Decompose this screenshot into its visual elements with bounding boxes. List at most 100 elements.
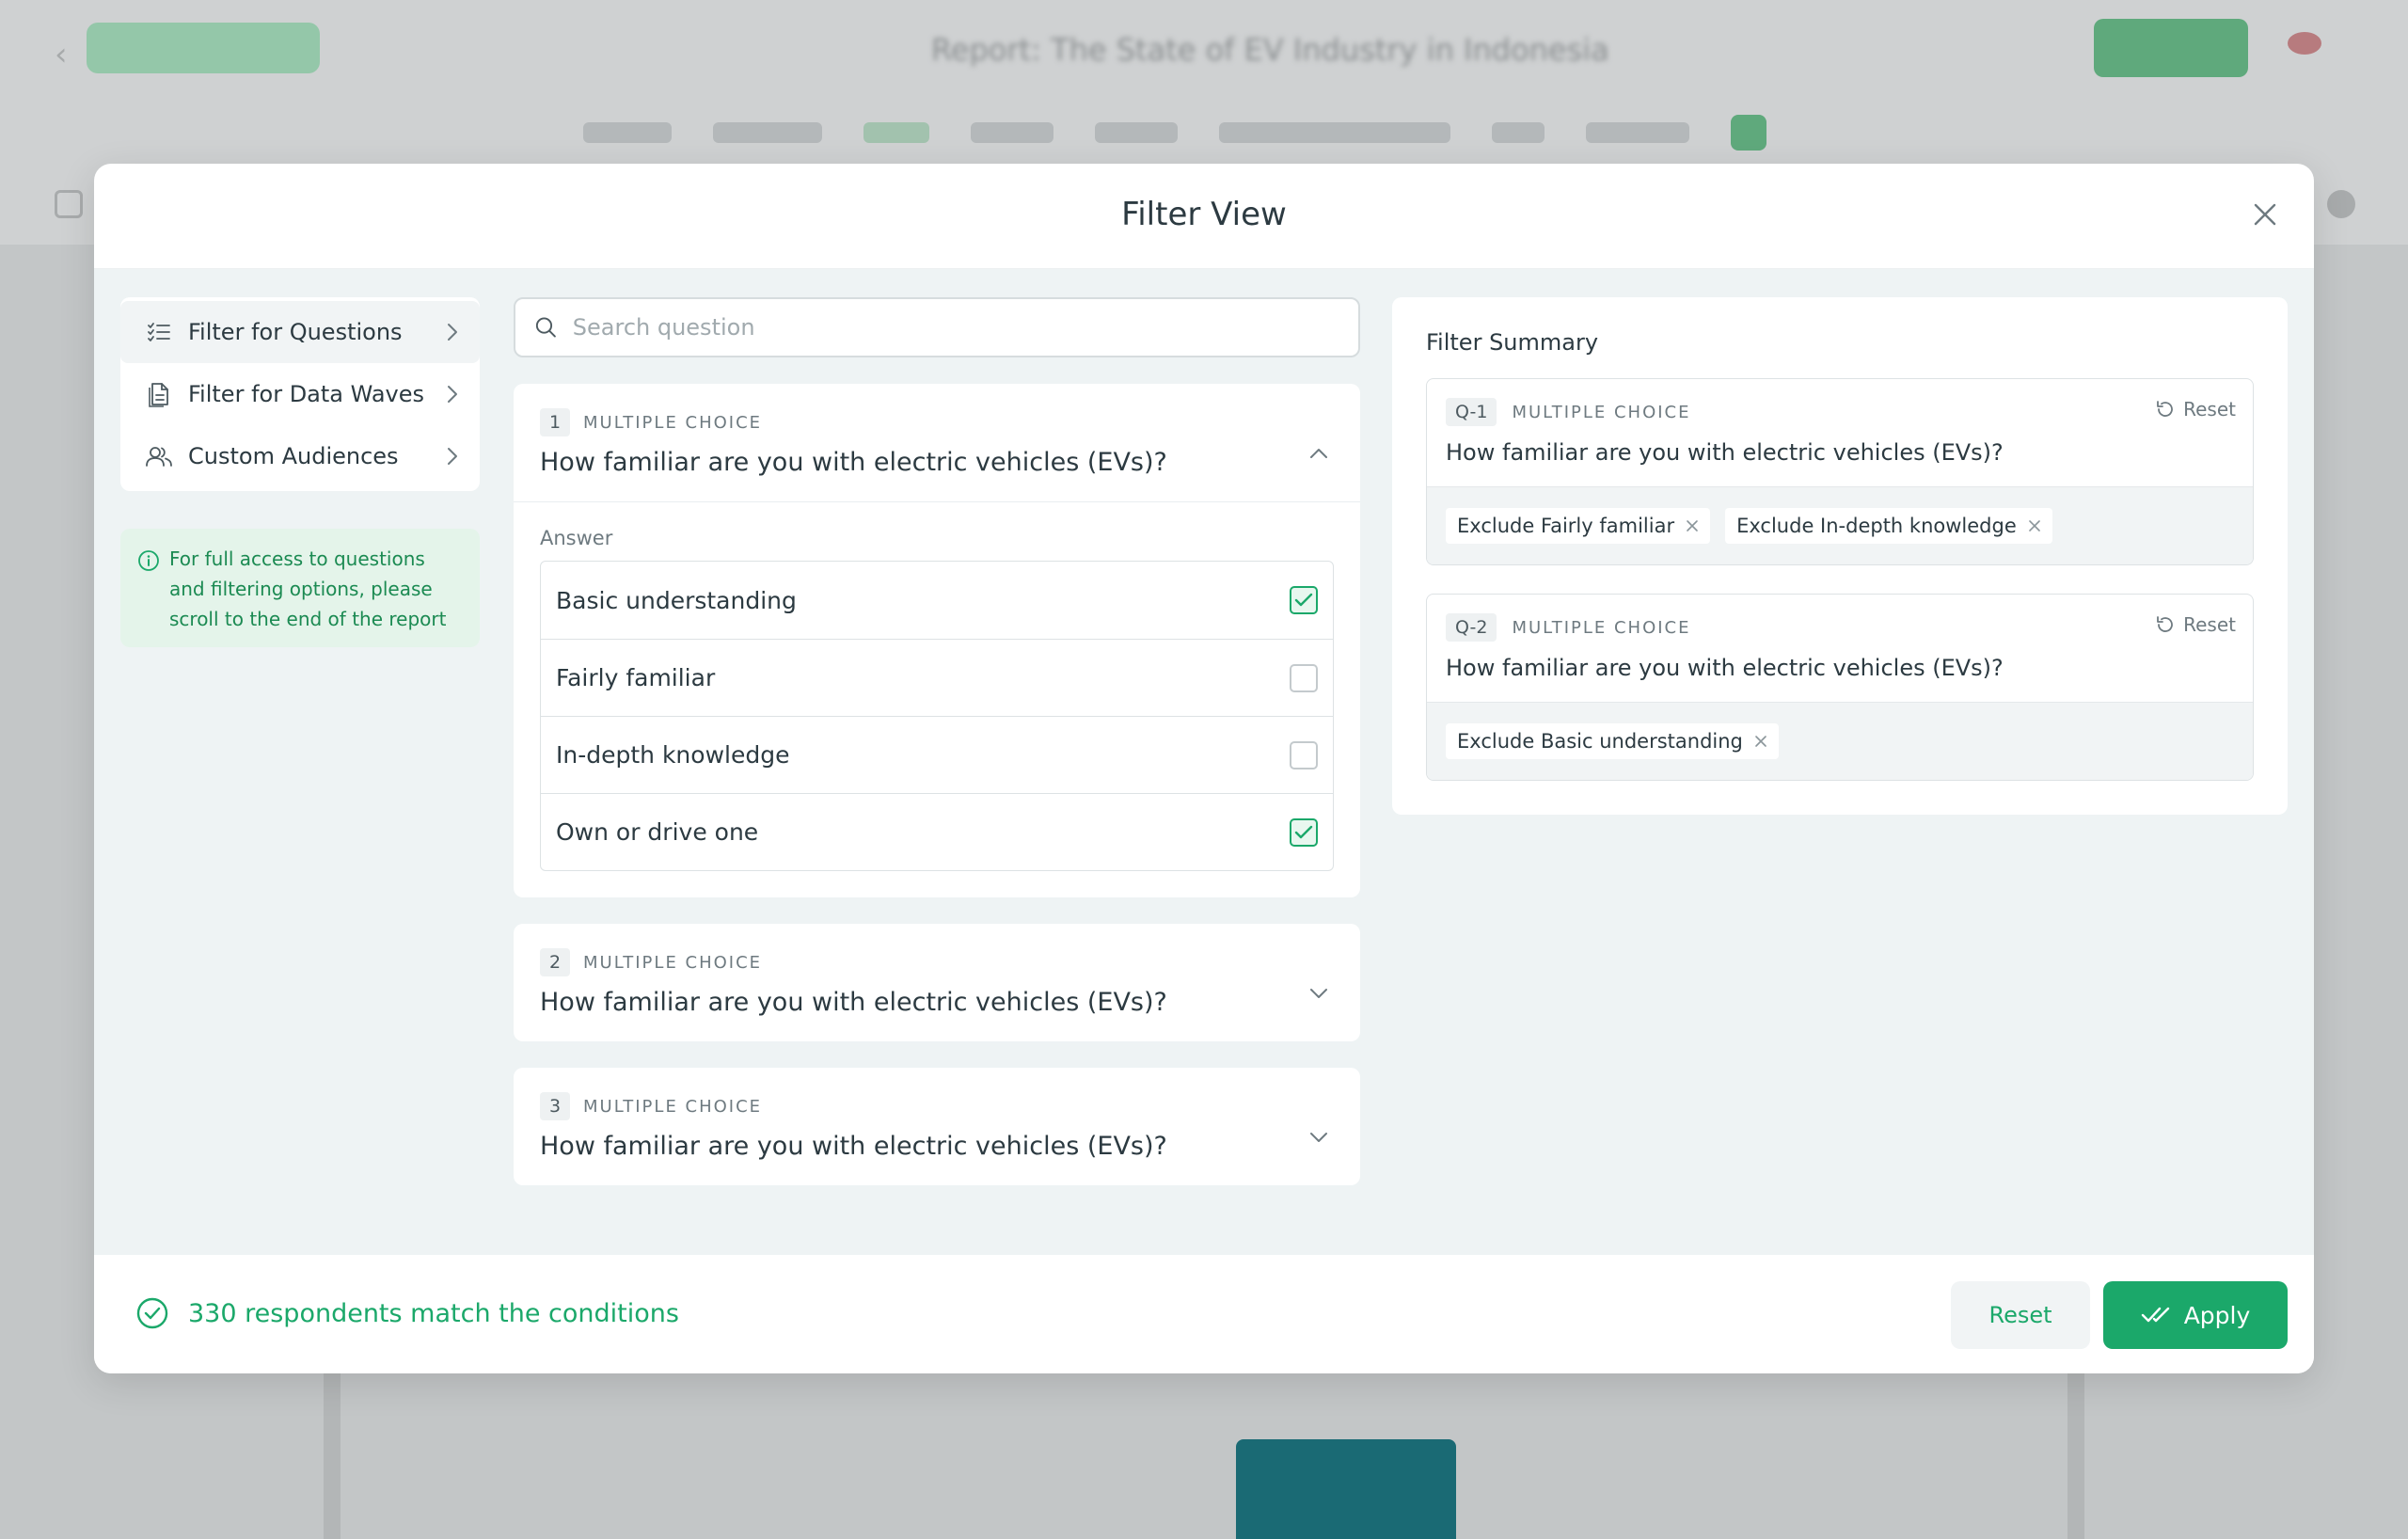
chevron-down-icon[interactable] [1306,1124,1332,1150]
info-notice: For full access to questions and filteri… [120,529,480,647]
chevron-right-icon [448,386,457,403]
background-tab [1095,122,1178,143]
background-badge [87,23,320,73]
checklist-icon [145,318,173,346]
nav-item-custom-audiences[interactable]: Custom Audiences [120,425,480,487]
questions-column: 1 MULTIPLE CHOICE How familiar are you w… [514,297,1360,1185]
nav-item-label: Custom Audiences [188,443,399,469]
answer-checkbox[interactable] [1290,586,1318,614]
summary-card: Q-1 MULTIPLE CHOICE How familiar are you… [1426,378,2254,565]
reset-button[interactable]: Reset [1951,1281,2090,1349]
summary-chip-list: Exclude Basic understanding [1427,702,2253,780]
close-icon [1687,520,1698,532]
background-tab [1492,122,1545,143]
nav-item-label: Filter for Questions [188,319,403,345]
summary-question-type: MULTIPLE CHOICE [1512,617,1691,638]
chevron-up-icon[interactable] [1306,440,1332,467]
modal-title: Filter View [1121,196,1287,233]
background-tab-active [863,122,929,143]
filter-chip: Exclude Basic understanding [1446,723,1779,759]
background-user-icon [2327,190,2355,218]
question-card: 1 MULTIPLE CHOICE How familiar are you w… [514,384,1360,897]
remove-chip-button[interactable] [1754,735,1767,748]
background-tab [713,122,822,143]
filter-view-modal: Filter View Filter for Questions Filter … [94,164,2314,1373]
close-button[interactable] [2244,194,2286,235]
summary-reset-label: Reset [2183,398,2236,420]
summary-question-number: Q-2 [1446,613,1497,642]
background-sidebar-icon [55,190,83,218]
question-text: How familiar are you with electric vehic… [540,448,1167,477]
modal-header: Filter View [94,164,2314,269]
answer-option-label: Own or drive one [556,818,759,846]
filter-chip-label: Exclude In-depth knowledge [1736,515,2017,537]
question-type: MULTIPLE CHOICE [583,412,763,433]
summary-question-text: How familiar are you with electric vehic… [1446,655,2004,681]
filter-chip-label: Exclude Fairly familiar [1457,515,1675,537]
close-icon [2254,203,2276,226]
nav-item-filter-questions[interactable]: Filter for Questions [120,301,480,363]
info-text: For full access to questions and filteri… [169,547,447,630]
answer-checkbox[interactable] [1290,740,1318,770]
background-share-button [2094,19,2248,77]
close-icon [1755,736,1766,747]
remove-chip-button[interactable] [2028,519,2041,532]
background-tab [583,122,672,143]
background-tabs [583,115,1766,151]
search-input[interactable] [572,314,1339,341]
modal-footer: 330 respondents match the conditions Res… [94,1255,2314,1373]
language-flag-icon [2288,32,2321,55]
double-check-icon [2141,1307,2169,1323]
answer-option[interactable]: Fairly familiar [541,639,1333,716]
summary-reset-label: Reset [2183,613,2236,636]
filter-chip-label: Exclude Basic understanding [1457,730,1743,753]
filter-nav: Filter for Questions Filter for Data Wav… [120,297,480,491]
filter-summary-title: Filter Summary [1426,329,1599,356]
background-tab [1586,122,1689,143]
apply-button[interactable]: Apply [2103,1281,2288,1349]
answer-list: Basic understanding Fairly familiar In-d… [540,561,1334,871]
answer-checkbox[interactable] [1290,817,1318,847]
question-number: 3 [540,1092,570,1120]
summary-card-header: Q-1 MULTIPLE CHOICE How familiar are you… [1427,379,2253,486]
reset-icon [2157,616,2174,632]
reset-icon [2157,401,2174,417]
filter-chip: Exclude Fairly familiar [1446,508,1711,544]
chevron-down-icon[interactable] [1306,980,1332,1007]
search-bar [514,297,1360,357]
answer-option[interactable]: Own or drive one [541,793,1333,870]
match-status: 330 respondents match the conditions [135,1296,679,1330]
answer-option[interactable]: In-depth knowledge [541,716,1333,793]
checkmark-icon [1294,825,1313,838]
summary-question-type: MULTIPLE CHOICE [1512,402,1691,422]
remove-chip-button[interactable] [1686,519,1699,532]
question-header[interactable]: 3 MULTIPLE CHOICE How familiar are you w… [514,1068,1360,1185]
answer-option-label: Fairly familiar [556,664,716,691]
summary-card: Q-2 MULTIPLE CHOICE How familiar are you… [1426,594,2254,781]
users-icon [145,442,173,470]
chevron-right-icon [448,448,457,465]
summary-reset-button[interactable]: Reset [2155,613,2236,636]
checkmark-icon [1294,593,1313,607]
nav-item-filter-data-waves[interactable]: Filter for Data Waves [120,363,480,425]
filter-summary-panel: Filter Summary Q-1 MULTIPLE CHOICE How f… [1392,297,2288,815]
question-type: MULTIPLE CHOICE [583,1096,763,1117]
back-chevron-icon: ‹ [55,36,68,73]
question-answers-panel: Answer Basic understanding Fairly famili… [514,501,1360,897]
summary-question-text: How familiar are you with electric vehic… [1446,439,2004,466]
question-text: How familiar are you with electric vehic… [540,1132,1167,1161]
answer-option-label: Basic understanding [556,586,797,614]
answer-checkbox[interactable] [1290,663,1318,692]
question-type: MULTIPLE CHOICE [583,952,763,973]
document-icon [145,380,173,408]
search-icon [535,317,556,338]
background-tab [1219,122,1450,143]
question-header[interactable]: 2 MULTIPLE CHOICE How familiar are you w… [514,924,1360,1041]
question-header[interactable]: 1 MULTIPLE CHOICE How familiar are you w… [514,384,1360,501]
summary-reset-button[interactable]: Reset [2155,398,2236,420]
answer-option[interactable]: Basic understanding [541,562,1333,639]
nav-item-label: Filter for Data Waves [188,381,425,407]
summary-chip-list: Exclude Fairly familiar Exclude In-depth… [1427,486,2253,564]
question-number: 1 [540,408,570,436]
background-chart-bar [1236,1439,1456,1539]
